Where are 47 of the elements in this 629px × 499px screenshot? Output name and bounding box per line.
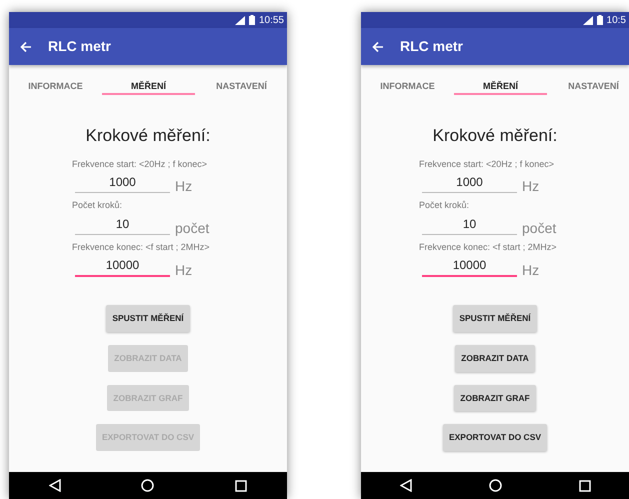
field-label: Počet kroků: [419, 199, 470, 212]
field-label: Frekvence konec: <f start ; 2MHz> [419, 240, 558, 254]
back-arrow-icon[interactable] [372, 40, 384, 52]
home-icon[interactable] [141, 479, 154, 492]
unit-label: Hz [522, 179, 540, 193]
section-heading: Krokové měření: [86, 125, 210, 147]
unit-label: Hz [175, 263, 192, 277]
status-time: 10:5 [606, 14, 626, 28]
input-field[interactable]: 10000 [422, 256, 517, 277]
input-field[interactable]: 1000 [422, 173, 517, 193]
app-title: RLC metr [48, 37, 112, 56]
action-button[interactable]: ZOBRAZIT GRAF [454, 384, 536, 412]
input-field[interactable]: 1000 [75, 173, 170, 193]
tab[interactable]: NASTAVENÍ [214, 75, 269, 99]
tab[interactable]: NASTAVENÍ [566, 75, 621, 99]
status-time: 10:55 [258, 14, 284, 28]
section-heading: Krokové měření: [432, 125, 558, 147]
field-label: Frekvence start: <20Hz ; f konec> [72, 158, 208, 170]
action-button[interactable]: SPUSTIT MĚŘENÍ [106, 305, 190, 332]
field-label: Frekvence konec: <f start ; 2MHz> [72, 240, 211, 254]
app-title: RLC metr [400, 37, 464, 56]
input-field[interactable]: 10 [75, 214, 170, 234]
unit-label: počet [175, 220, 210, 234]
unit-label: Hz [522, 263, 540, 277]
action-button[interactable]: SPUSTIT MĚŘENÍ [453, 305, 537, 332]
signal-icon [234, 16, 245, 24]
back-arrow-icon[interactable] [20, 40, 32, 52]
field-label: Frekvence start: <20Hz ; f konec> [419, 158, 556, 170]
unit-label: počet [522, 220, 556, 234]
recents-icon[interactable] [578, 480, 590, 492]
signal-icon [582, 16, 593, 24]
tab[interactable]: MĚŘENÍ [480, 75, 520, 99]
back-icon[interactable] [49, 479, 62, 492]
action-button[interactable]: ZOBRAZIT DATA [455, 344, 535, 372]
unit-label: Hz [175, 179, 192, 193]
tab[interactable]: INFORMACE [378, 75, 437, 99]
tab[interactable]: MĚŘENÍ [128, 75, 168, 99]
input-field[interactable]: 10000 [75, 256, 170, 277]
action-button[interactable]: EXPORTOVAT DO CSV [442, 424, 548, 451]
tab[interactable]: INFORMACE [26, 75, 85, 99]
input-field[interactable]: 10 [422, 214, 517, 234]
battery-icon [248, 15, 255, 25]
home-icon[interactable] [488, 479, 502, 492]
back-icon[interactable] [400, 479, 412, 492]
recents-icon[interactable] [234, 480, 247, 492]
field-label: Počet kroků: [72, 199, 124, 212]
battery-icon [596, 15, 603, 25]
